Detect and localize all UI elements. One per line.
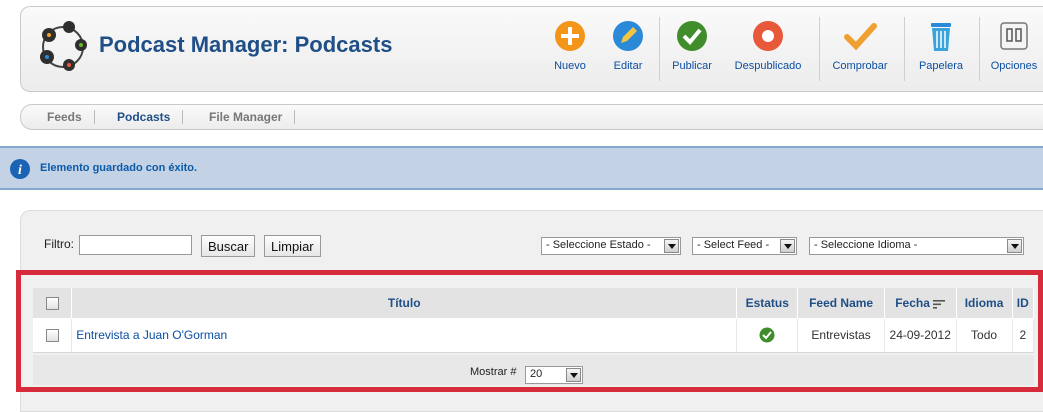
submenu: Feeds Podcasts File Manager (20, 104, 1043, 130)
feed-select[interactable]: - Select Feed - (692, 237, 797, 255)
info-icon: i (10, 159, 30, 179)
chevron-down-icon (664, 239, 679, 253)
options-icon (1000, 22, 1028, 50)
header-toolbar: Podcast Manager: Podcasts Nuevo Editar P… (20, 6, 1043, 92)
new-button[interactable]: Nuevo (549, 19, 591, 79)
unpublish-button-label: Despublicado (734, 60, 802, 72)
clear-button[interactable]: Limpiar (264, 235, 321, 257)
check-circle-icon (677, 21, 707, 51)
edit-button-label: Editar (613, 60, 643, 72)
publish-button-label: Publicar (672, 60, 712, 72)
chevron-down-icon (1007, 239, 1022, 253)
unpublish-circle-icon (753, 21, 783, 51)
message-text: Elemento guardado con éxito. (40, 162, 198, 174)
checkmark-icon (844, 23, 877, 51)
state-select[interactable]: - Seleccione Estado - (541, 237, 681, 255)
trash-button[interactable]: Papelera (911, 19, 971, 79)
plus-circle-icon (555, 21, 585, 51)
edit-button[interactable]: Editar (607, 19, 649, 79)
toolbar-divider (904, 17, 905, 81)
feed-select-value: - Select Feed - (697, 239, 770, 251)
options-button[interactable]: Opciones (987, 19, 1041, 79)
message-bar: i Elemento guardado con éxito. (0, 146, 1043, 190)
unpublish-button[interactable]: Despublicado (723, 19, 813, 79)
language-select[interactable]: - Seleccione Idioma - (809, 237, 1024, 255)
filter-label: Filtro: (44, 237, 74, 251)
submenu-item-file-manager[interactable]: File Manager (197, 110, 296, 124)
state-select-value: - Seleccione Estado - (546, 239, 651, 251)
toolbar-divider (979, 17, 980, 81)
page-title: Podcast Manager: Podcasts (99, 32, 393, 57)
toolbar-divider (819, 17, 820, 81)
check-button-label: Comprobar (832, 60, 888, 72)
new-button-label: Nuevo (554, 60, 586, 72)
publish-button[interactable]: Publicar (667, 19, 717, 79)
toolbar-divider (659, 17, 660, 81)
svg-text:i: i (18, 163, 22, 178)
table-highlight-frame (16, 270, 1043, 392)
submenu-item-podcasts[interactable]: Podcasts (105, 110, 184, 124)
search-button[interactable]: Buscar (201, 235, 256, 257)
chevron-down-icon (780, 239, 795, 253)
filter-input[interactable] (79, 235, 192, 255)
submenu-item-feeds[interactable]: Feeds (35, 110, 95, 124)
podcast-manager-logo-icon (40, 21, 87, 71)
trash-icon (931, 23, 951, 51)
check-button[interactable]: Comprobar (825, 19, 895, 79)
pencil-circle-icon (613, 21, 643, 51)
language-select-value: - Seleccione Idioma - (814, 239, 918, 251)
options-button-label: Opciones (990, 60, 1038, 72)
trash-button-label: Papelera (918, 60, 964, 72)
